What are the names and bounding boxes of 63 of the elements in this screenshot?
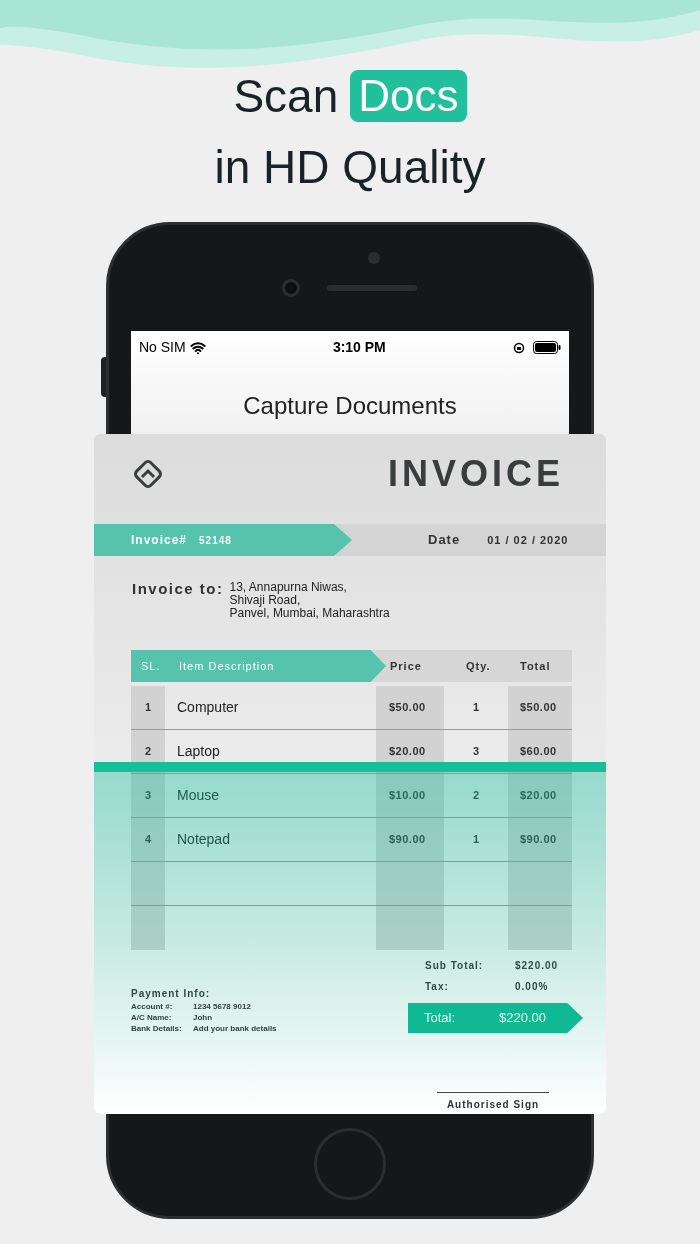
table-cell-text: Notepad [176, 830, 231, 849]
headline-text: Scan [233, 73, 339, 119]
table-cell-text: Computer [176, 698, 240, 717]
tax-label: Tax: [425, 980, 450, 994]
invoice-date: 01 / 02 / 2020 [487, 532, 569, 548]
headline-highlight: Docs [350, 70, 467, 122]
payment-label: A/C Name: [131, 1013, 173, 1023]
invoice-number: 52148 [199, 533, 232, 548]
battery-icon [533, 341, 561, 354]
invoice-title: INVOICE [387, 456, 564, 492]
signature-line-label: Authorised Sign [437, 1092, 549, 1112]
payment-value: John [193, 1013, 213, 1023]
payment-label: Bank Details: [131, 1024, 183, 1034]
total-value: $220.00 [499, 1009, 546, 1028]
table-cell: 3 [131, 774, 165, 817]
address-line: Panvel, Mumbai, Maharashtra [229, 607, 390, 620]
carrier-label: No SIM [139, 338, 186, 357]
table-cell [131, 906, 165, 950]
wifi-icon [189, 339, 206, 356]
table-cell [376, 906, 444, 950]
logo-icon [131, 457, 165, 491]
table-cell: $10.00 [376, 774, 444, 817]
table-cell [508, 906, 572, 950]
table-cell [508, 862, 572, 905]
table-cell-text: 1 [471, 700, 481, 716]
column-header: Price [389, 658, 423, 674]
date-label: Date [428, 531, 461, 550]
invoice-number-label: Invoice# [131, 532, 188, 549]
address-line: 13, Annapurna Niwas, [229, 581, 348, 594]
rotation-lock-icon [513, 341, 525, 354]
total-label: Total: [424, 1009, 457, 1028]
table-cell: 1 [131, 686, 165, 729]
table-cell: $50.00 [508, 686, 572, 729]
table-cell: $90.00 [376, 818, 444, 861]
column-header: SL. [140, 658, 162, 674]
tax-value: 0.00% [515, 980, 549, 994]
table-cell: 4 [131, 818, 165, 861]
payment-value: 1234 5678 9012 [193, 1002, 251, 1012]
sub-total-label: Sub Total: [425, 959, 485, 973]
column-header: Item Description [178, 658, 276, 674]
column-header: Qty. [465, 658, 492, 674]
payment-info-title: Payment Info: [131, 987, 212, 1001]
table-cell-text: Laptop [176, 742, 221, 761]
payment-label: Account #: [131, 1002, 174, 1012]
sub-total-value: $220.00 [515, 959, 559, 973]
side-button[interactable] [101, 357, 106, 397]
column-header: Total [519, 658, 552, 674]
payment-value: Add your bank details [193, 1024, 277, 1034]
address-line: Shivaji Road, [229, 594, 301, 607]
table-cell: $50.00 [376, 686, 444, 729]
screen-title: Capture Documents [242, 391, 458, 421]
clock-time: 3:10 PM [332, 338, 386, 357]
sensor-icon [368, 252, 380, 264]
table-cell: $20.00 [508, 774, 572, 817]
table-cell: $90.00 [508, 818, 572, 861]
invoice-to-label: Invoice to: [132, 579, 224, 599]
camera-icon [282, 279, 300, 297]
table-cell-text: Mouse [176, 786, 221, 805]
table-cell-text: 3 [471, 744, 481, 760]
table-cell [131, 862, 165, 905]
table-cell-text: 2 [471, 788, 481, 804]
table-cell-text: 1 [471, 832, 481, 848]
table-cell [376, 862, 444, 905]
